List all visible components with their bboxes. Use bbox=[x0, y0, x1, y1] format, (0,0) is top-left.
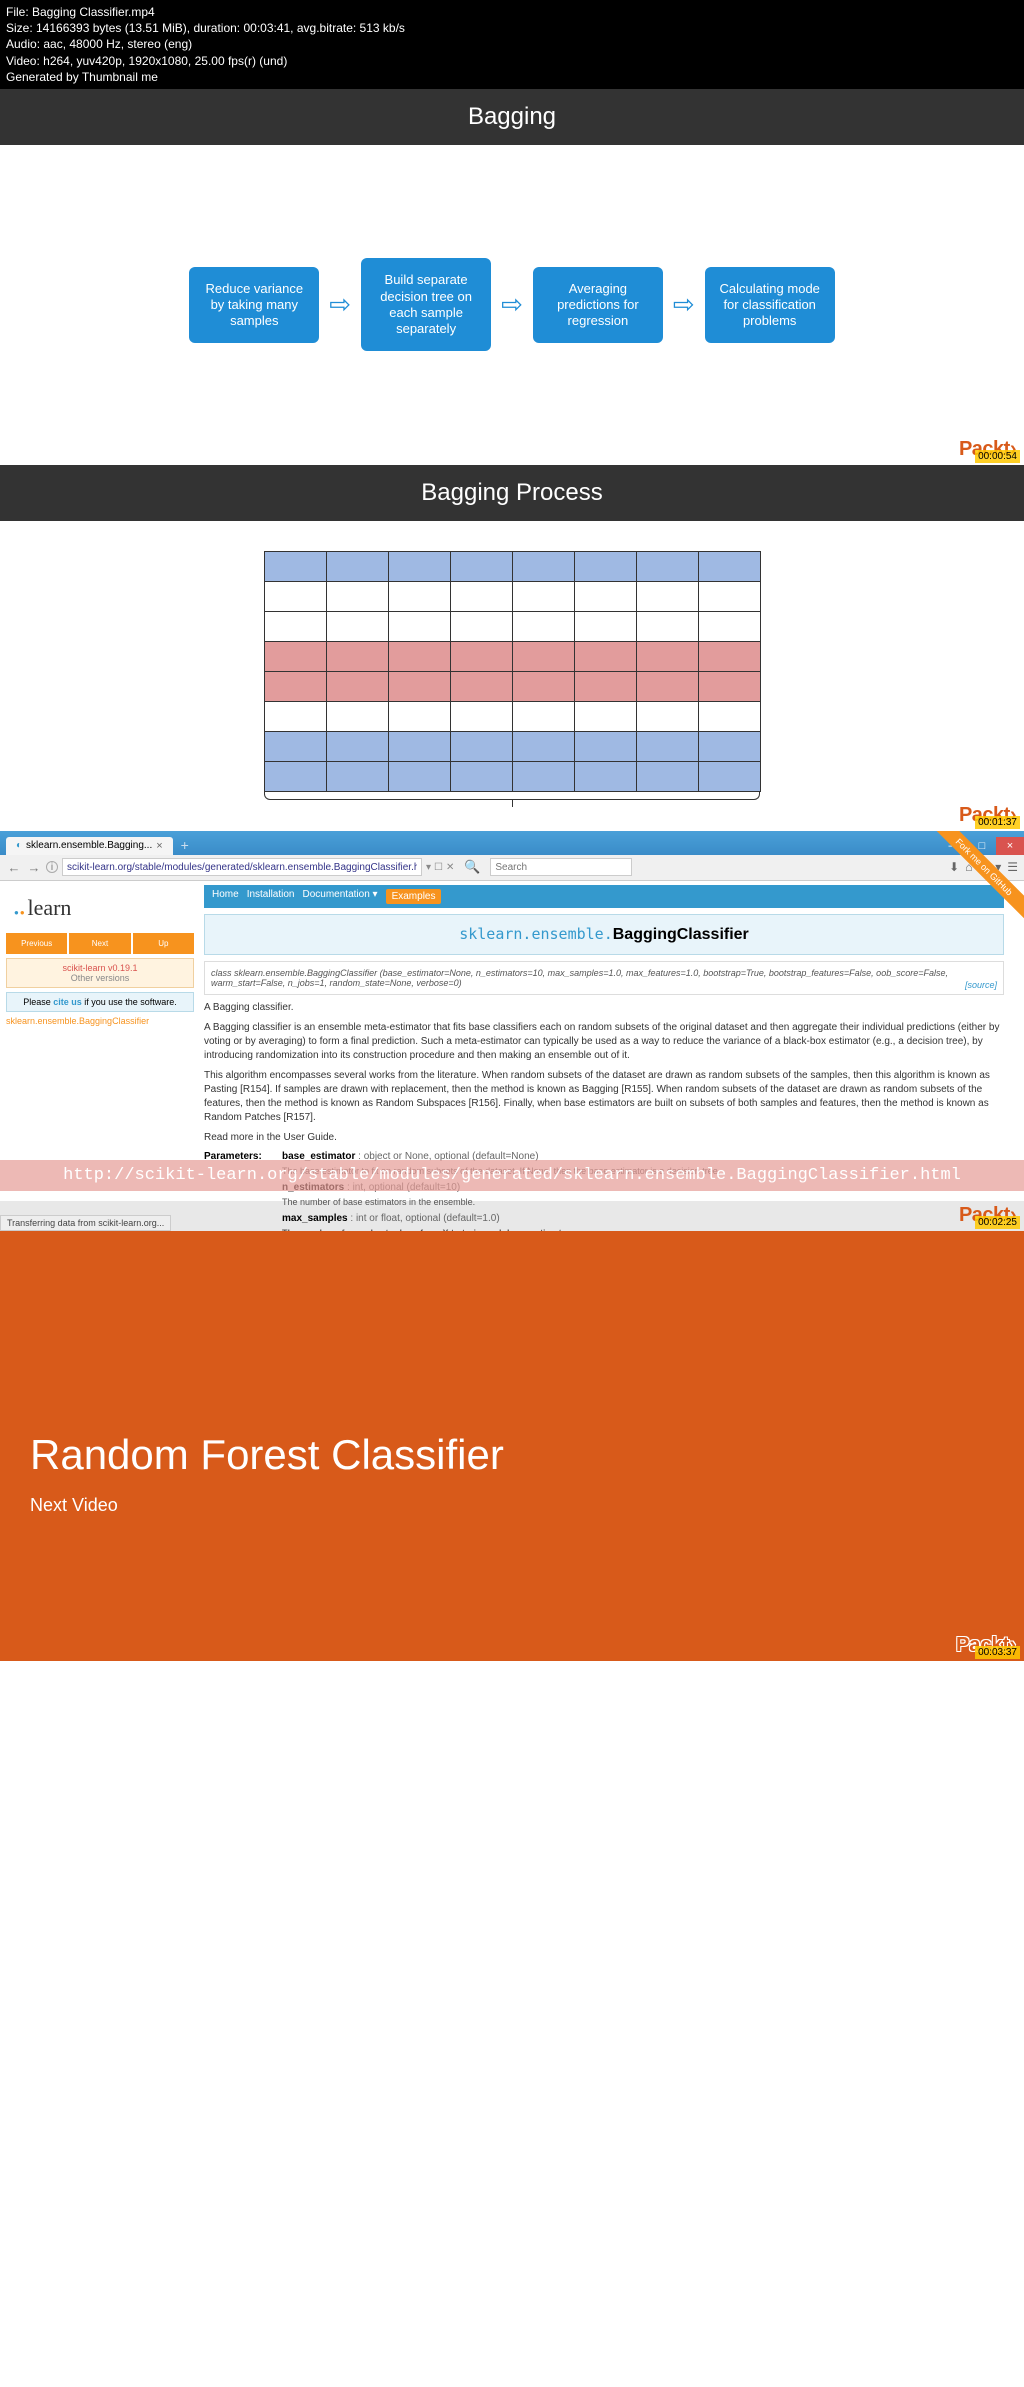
next-video-panel: Random Forest Classifier Next Video Pack… bbox=[0, 1231, 1024, 1661]
signature-text: class sklearn.ensemble.BaggingClassifier… bbox=[211, 968, 948, 988]
thumbnail-timestamp: 00:02:25 bbox=[975, 1216, 1020, 1229]
class-name: BaggingClassifier bbox=[613, 926, 749, 943]
param-type: : int or float, optional (default=1.0) bbox=[348, 1213, 500, 1224]
short-description: A Bagging classifier. bbox=[204, 1001, 1004, 1015]
next-video-label: Next Video bbox=[30, 1495, 994, 1516]
source-link[interactable]: [source] bbox=[965, 980, 997, 990]
bagging-flow: Reduce variance by taking many samples ⇨… bbox=[0, 145, 1024, 465]
top-nav: Home Installation Documentation ▾ Exampl… bbox=[204, 885, 1004, 908]
bagging-grid bbox=[0, 521, 1024, 831]
thumbnail-timestamp: 00:03:37 bbox=[975, 1646, 1020, 1659]
meta-audio: Audio: aac, 48000 Hz, stereo (eng) bbox=[6, 36, 1018, 52]
download-icon[interactable]: ⬇ bbox=[949, 860, 959, 874]
browser-window: ◐ sklearn.ensemble.Bagging... × + — □ × … bbox=[0, 831, 1024, 1231]
arrow-right-icon: ⇨ bbox=[501, 289, 523, 320]
flow-step-2: Build separate decision tree on each sam… bbox=[361, 258, 491, 351]
long-description-1: A Bagging classifier is an ensemble meta… bbox=[204, 1021, 1004, 1063]
version-box: scikit-learn v0.19.1 Other versions bbox=[6, 958, 194, 988]
sidebar: learn Previous Next Up scikit-learn v0.1… bbox=[0, 881, 200, 1201]
next-link[interactable]: Next bbox=[69, 933, 130, 954]
grid-row bbox=[264, 551, 760, 581]
info-icon[interactable]: i bbox=[46, 861, 58, 873]
arrow-right-icon: ⇨ bbox=[673, 289, 695, 320]
logo-dots-icon bbox=[14, 907, 25, 918]
flow-step-4: Calculating mode for classification prob… bbox=[705, 267, 835, 344]
url-overlay: http://scikit-learn.org/stable/modules/g… bbox=[0, 1160, 1024, 1191]
prev-link[interactable]: Previous bbox=[6, 933, 67, 954]
grid-row bbox=[264, 581, 760, 611]
browser-tabstrip: ◐ sklearn.ensemble.Bagging... × + — □ × bbox=[0, 831, 1024, 855]
meta-size: Size: 14166393 bytes (13.51 MiB), durati… bbox=[6, 20, 1018, 36]
grid-row bbox=[264, 641, 760, 671]
meta-file: File: Bagging Classifier.mp4 bbox=[6, 4, 1018, 20]
grid-row bbox=[264, 701, 760, 731]
stop-icon[interactable]: ✕ bbox=[446, 862, 454, 873]
url-input[interactable] bbox=[62, 858, 422, 876]
close-window-icon[interactable]: × bbox=[996, 837, 1024, 855]
back-icon[interactable]: ← bbox=[6, 860, 22, 875]
cite-link[interactable]: cite us bbox=[53, 997, 82, 1007]
loading-spinner-icon: ◐ bbox=[16, 840, 22, 851]
panel2-title: Bagging Process bbox=[0, 465, 1024, 521]
brace-icon bbox=[264, 792, 760, 800]
sidebar-toc-link[interactable]: sklearn.ensemble.BaggingClassifier bbox=[6, 1016, 194, 1026]
nav-doc[interactable]: Documentation ▾ bbox=[303, 889, 378, 904]
param-desc: The number of base estimators in the ens… bbox=[282, 1197, 1004, 1207]
grid-row bbox=[264, 671, 760, 701]
menu-icon[interactable]: ☰ bbox=[1007, 860, 1018, 874]
status-bar: Transferring data from scikit-learn.org.… bbox=[0, 1215, 171, 1231]
flow-step-3: Averaging predictions for regression bbox=[533, 267, 663, 344]
browser-tab[interactable]: ◐ sklearn.ensemble.Bagging... × bbox=[6, 837, 173, 855]
other-versions-link[interactable]: Other versions bbox=[11, 973, 189, 983]
tab-title: sklearn.ensemble.Bagging... bbox=[26, 840, 152, 851]
readmore: Read more in the User Guide. bbox=[204, 1131, 1004, 1145]
panel1-title: Bagging bbox=[0, 89, 1024, 145]
doc-title: sklearn.ensemble.BaggingClassifier bbox=[204, 914, 1004, 955]
thumbnail-timestamp: 00:01:37 bbox=[975, 816, 1020, 829]
grid-row bbox=[264, 611, 760, 641]
sample-grid bbox=[264, 551, 761, 792]
signature-box: class sklearn.ensemble.BaggingClassifier… bbox=[204, 961, 1004, 995]
address-bar: ← → i ▾ ☐ ✕ 🔍 ⬇ ⌂ ☆ ▾ ☰ bbox=[0, 855, 1024, 881]
reader-view-icon[interactable]: ☐ bbox=[434, 862, 443, 873]
module-name: sklearn.ensemble. bbox=[459, 925, 613, 943]
nav-examples[interactable]: Examples bbox=[386, 889, 442, 904]
up-link[interactable]: Up bbox=[133, 933, 194, 954]
search-icon: 🔍 bbox=[464, 859, 480, 875]
new-tab-button[interactable]: + bbox=[173, 835, 197, 855]
next-video-title: Random Forest Classifier bbox=[30, 1431, 994, 1479]
flow-step-1: Reduce variance by taking many samples bbox=[189, 267, 319, 344]
meta-video: Video: h264, yuv420p, 1920x1080, 25.00 f… bbox=[6, 53, 1018, 69]
main-content: Home Installation Documentation ▾ Exampl… bbox=[200, 881, 1024, 1201]
long-description-2: This algorithm encompasses several works… bbox=[204, 1069, 1004, 1125]
page-content: learn Previous Next Up scikit-learn v0.1… bbox=[0, 881, 1024, 1201]
close-tab-icon[interactable]: × bbox=[156, 840, 162, 852]
scikit-learn-logo[interactable]: learn bbox=[6, 887, 194, 929]
search-input[interactable] bbox=[490, 858, 632, 876]
grid-row bbox=[264, 731, 760, 761]
grid-row bbox=[264, 761, 760, 791]
nav-home[interactable]: Home bbox=[212, 889, 239, 904]
arrow-right-icon: ⇨ bbox=[329, 289, 351, 320]
forward-icon[interactable]: → bbox=[26, 860, 42, 875]
reader-mode-icon[interactable]: ▾ bbox=[426, 862, 431, 873]
version-text: scikit-learn v0.19.1 bbox=[11, 963, 189, 973]
param-name: max_samples bbox=[282, 1213, 348, 1224]
video-metadata: File: Bagging Classifier.mp4 Size: 14166… bbox=[0, 0, 1024, 89]
thumbnail-timestamp: 00:00:54 bbox=[975, 450, 1020, 463]
meta-generator: Generated by Thumbnail me bbox=[6, 69, 1018, 85]
cite-box: Please cite us if you use the software. bbox=[6, 992, 194, 1012]
param-row: max_samples : int or float, optional (de… bbox=[204, 1213, 1004, 1224]
nav-install[interactable]: Installation bbox=[247, 889, 295, 904]
